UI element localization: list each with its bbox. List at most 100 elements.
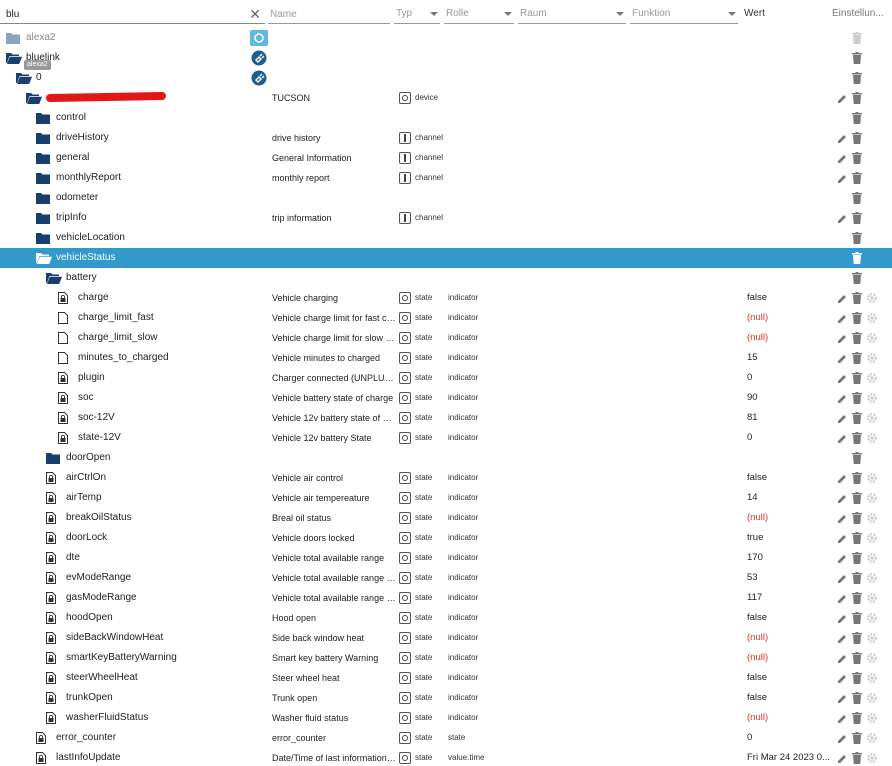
state-value[interactable]: (null): [747, 648, 833, 668]
channel-type-icon: [399, 132, 411, 144]
state-type-icon: [399, 592, 411, 604]
role-label: indicator: [448, 593, 479, 602]
room-filter[interactable]: Raum: [518, 6, 626, 24]
type-filter[interactable]: Typ: [394, 6, 440, 24]
delete-icon[interactable]: [852, 752, 862, 766]
tree-row[interactable]: steerWheelHeat Steer wheel heat state indic…: [0, 668, 892, 688]
state-value[interactable]: 170: [747, 548, 833, 568]
state-value[interactable]: 53: [747, 568, 833, 588]
tree-row[interactable]: breakOilStatus Breal oil status state indic…: [0, 508, 892, 528]
tree-row[interactable]: error_counter error_counter state state 0: [0, 728, 892, 748]
tree-row[interactable]: sideBackWindowHeat Side back window heat s…: [0, 628, 892, 648]
object-id-label: 0: [36, 72, 42, 83]
tree-row[interactable]: state-12V Vehicle 12v battery State state i…: [0, 428, 892, 448]
tree-row[interactable]: general General Information channel: [0, 148, 892, 168]
object-id-label: airTemp: [66, 492, 102, 503]
name-filter[interactable]: [268, 6, 390, 24]
type-label: channel: [415, 133, 444, 142]
search-input[interactable]: [0, 6, 240, 23]
object-id-label: charge_limit_slow: [78, 332, 158, 343]
tree-row[interactable]: evModeRange Vehicle total available range…: [0, 568, 892, 588]
object-id-label: charge: [78, 292, 109, 303]
tree-row[interactable]: gasModeRange Vehicle total available rang…: [0, 588, 892, 608]
state-type-icon: [399, 492, 411, 504]
tree-row[interactable]: doorLock Vehicle doors locked state indicat…: [0, 528, 892, 548]
tree-row[interactable]: TUCSON device: [0, 88, 892, 108]
state-value[interactable]: false: [747, 288, 833, 308]
tree-row[interactable]: doorOpen: [0, 448, 892, 468]
object-description: TUCSON: [272, 93, 310, 103]
state-value[interactable]: true: [747, 528, 833, 548]
state-value[interactable]: false: [747, 688, 833, 708]
tree-row[interactable]: minutes_to_charged Vehicle minutes to cha…: [0, 348, 892, 368]
object-id-label: steerWheelHeat: [66, 672, 138, 683]
tree-row[interactable]: charge_limit_slow Vehicle charge limit fo…: [0, 328, 892, 348]
state-value[interactable]: 0: [747, 728, 833, 748]
object-description: Vehicle total available range fo...: [272, 573, 396, 583]
function-filter[interactable]: Funktion: [630, 6, 738, 24]
state-value[interactable]: false: [747, 668, 833, 688]
type-label: state: [415, 573, 433, 582]
tree-row[interactable]: dte Vehicle total available range state ind…: [0, 548, 892, 568]
role-label: state: [448, 733, 466, 742]
tree-row[interactable]: plugin Charger connected (UNPLUGE... state…: [0, 368, 892, 388]
tree-row[interactable]: airCtrlOn Vehicle air control state indicat…: [0, 468, 892, 488]
tree-row[interactable]: smartKeyBatteryWarning Smart key battery …: [0, 648, 892, 668]
object-description: error_counter: [272, 733, 327, 743]
tree-row[interactable]: washerFluidStatus Washer fluid status stat…: [0, 708, 892, 728]
tree-row[interactable]: trunkOpen Trunk open state indicator false: [0, 688, 892, 708]
role-filter[interactable]: Rolle: [444, 6, 514, 24]
tree-row[interactable]: 0: [0, 68, 892, 88]
tree-row[interactable]: charge Vehicle charging state indicator fals…: [0, 288, 892, 308]
object-description: Vehicle charge limit for slow c...: [272, 333, 396, 343]
type-filter-label: Typ: [396, 8, 413, 19]
chevron-down-icon: [430, 12, 438, 16]
object-description: Vehicle doors locked: [272, 533, 355, 543]
tree-row[interactable]: hoodOpen Hood open state indicator false: [0, 608, 892, 628]
object-id-label: doorOpen: [66, 452, 111, 463]
tree-row[interactable]: monthlyReport monthly report channel: [0, 168, 892, 188]
object-description: Vehicle 12v battery State: [272, 433, 372, 443]
state-value[interactable]: 14: [747, 488, 833, 508]
state-value[interactable]: 81: [747, 408, 833, 428]
state-value[interactable]: 15: [747, 348, 833, 368]
type-label: state: [415, 673, 433, 682]
settings-gear-icon[interactable]: [866, 752, 878, 766]
tree-row[interactable]: alexa2: [0, 28, 892, 48]
object-id-label: odometer: [56, 192, 99, 203]
object-id-label: monthlyReport: [56, 172, 122, 183]
state-value[interactable]: (null): [747, 628, 833, 648]
state-value[interactable]: 0: [747, 368, 833, 388]
tree-row[interactable]: bluelink: [0, 48, 892, 68]
name-filter-input[interactable]: [268, 6, 390, 23]
tree-row[interactable]: driveHistory drive history channel: [0, 128, 892, 148]
state-value[interactable]: (null): [747, 508, 833, 528]
object-description: Washer fluid status: [272, 713, 349, 723]
edit-icon[interactable]: [837, 752, 848, 766]
tree-row[interactable]: lastInfoUpdate Date/Time of last informat…: [0, 748, 892, 766]
state-value[interactable]: (null): [747, 308, 833, 328]
tree-row[interactable]: vehicleStatus: [0, 248, 892, 268]
state-value[interactable]: 90: [747, 388, 833, 408]
state-value[interactable]: 0: [747, 428, 833, 448]
state-value[interactable]: 117: [747, 588, 833, 608]
tree-row[interactable]: tripInfo trip information channel: [0, 208, 892, 228]
state-value[interactable]: (null): [747, 708, 833, 728]
state-value[interactable]: false: [747, 608, 833, 628]
state-value[interactable]: false: [747, 468, 833, 488]
type-label: state: [415, 413, 433, 422]
tree-row[interactable]: soc Vehicle battery state of charge state i…: [0, 388, 892, 408]
tree-row[interactable]: soc-12V Vehicle 12v battery state of ch..…: [0, 408, 892, 428]
state-value[interactable]: Fri Mar 24 2023 0...: [747, 748, 833, 766]
object-id-label: vehicleLocation: [56, 232, 125, 243]
tree-row[interactable]: control: [0, 108, 892, 128]
tree-row[interactable]: airTemp Vehicle air tempereature state indi…: [0, 488, 892, 508]
clear-search-icon[interactable]: ✕: [249, 7, 261, 21]
tree-row[interactable]: charge_limit_fast Vehicle charge limit fo…: [0, 308, 892, 328]
tree-row[interactable]: battery: [0, 268, 892, 288]
state-value[interactable]: (null): [747, 328, 833, 348]
tree-row[interactable]: vehicleLocation: [0, 228, 892, 248]
role-label: indicator: [448, 533, 479, 542]
state-type-icon: [399, 752, 411, 764]
tree-row[interactable]: odometer: [0, 188, 892, 208]
